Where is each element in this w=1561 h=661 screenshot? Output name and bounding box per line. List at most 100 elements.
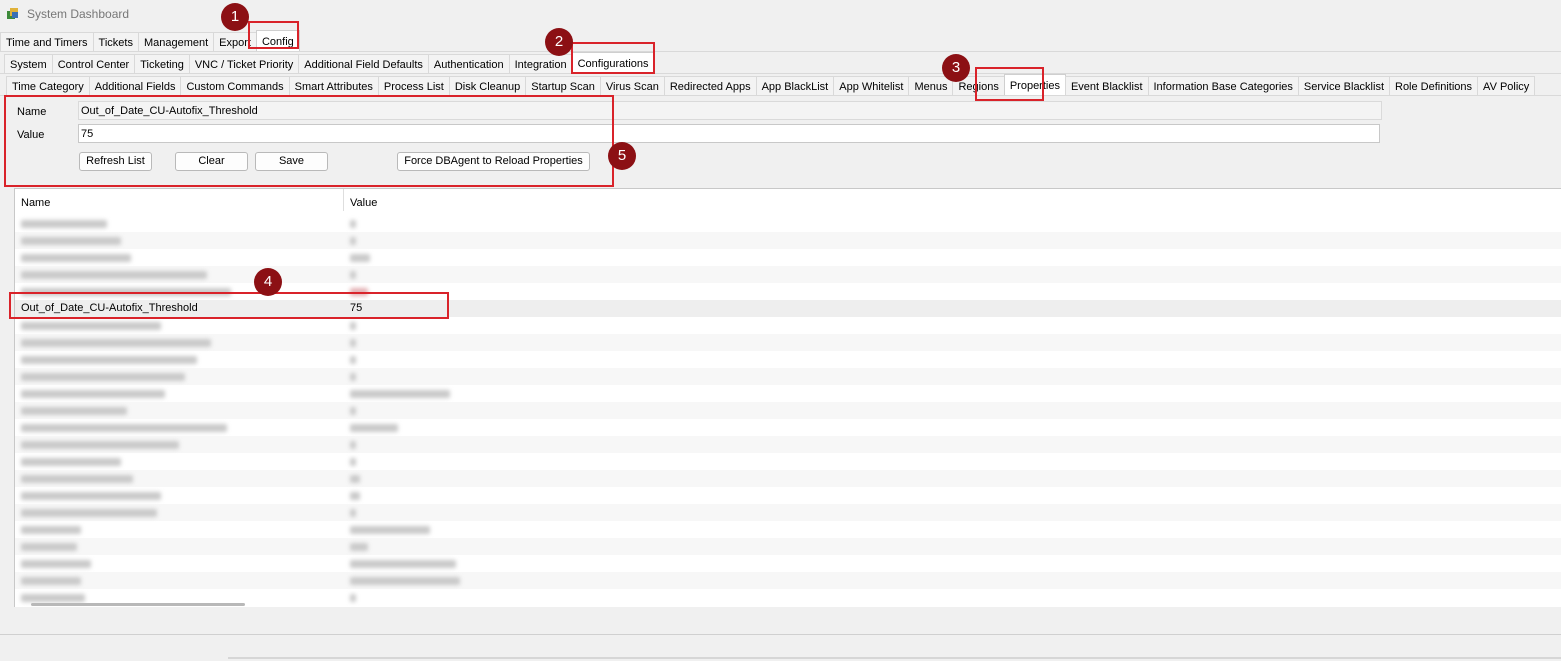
blurred-cell: [21, 489, 161, 500]
blurred-cell: [350, 591, 356, 602]
blurred-cell: [350, 472, 360, 483]
table-row[interactable]: [15, 402, 1561, 419]
tab-event-blacklist[interactable]: Event Blacklist: [1064, 76, 1149, 96]
tab-management[interactable]: Management: [137, 32, 215, 52]
highlight-selected-row: [9, 292, 449, 319]
blurred-cell: [350, 557, 456, 568]
table-row[interactable]: [15, 317, 1561, 334]
tab-service-blacklist[interactable]: Service Blacklist: [1297, 76, 1390, 96]
properties-table[interactable]: Name Value Out_of_Date_CU-Autofix_Thresh…: [14, 188, 1561, 607]
table-row[interactable]: [15, 487, 1561, 504]
blurred-cell: [350, 370, 356, 381]
blurred-cell: [21, 506, 157, 517]
tab-app-blacklist[interactable]: App BlackList: [755, 76, 835, 96]
highlight-configurations-tab: [571, 42, 655, 74]
highlight-properties-tab: [975, 67, 1044, 101]
blurred-cell: [350, 217, 356, 228]
status-separator: [228, 657, 1561, 659]
table-row[interactable]: [15, 453, 1561, 470]
blurred-cell: [350, 251, 370, 262]
blurred-cell: [21, 336, 211, 347]
table-header: Name Value: [15, 189, 1561, 215]
tab-integration[interactable]: Integration: [508, 54, 573, 74]
blurred-cell: [21, 370, 185, 381]
annotation-badge-3: 3: [942, 54, 970, 82]
tab-authentication[interactable]: Authentication: [427, 54, 510, 74]
window-title: System Dashboard: [27, 7, 130, 21]
table-row[interactable]: [15, 521, 1561, 538]
blurred-cell: [21, 438, 179, 449]
sub-tab-strip: Time Category Additional Fields Custom C…: [6, 74, 1536, 96]
highlight-form-area: [4, 95, 614, 187]
table-row[interactable]: [15, 419, 1561, 436]
tab-control-center[interactable]: Control Center: [51, 54, 136, 74]
table-row[interactable]: [15, 470, 1561, 487]
table-row[interactable]: [15, 385, 1561, 402]
highlight-config-tab: [248, 21, 299, 49]
table-row[interactable]: [15, 266, 1561, 283]
tab-process-list[interactable]: Process List: [377, 76, 450, 96]
blurred-cell: [350, 387, 450, 398]
tab-system[interactable]: System: [4, 54, 53, 74]
column-header-name[interactable]: Name: [21, 197, 50, 209]
blurred-cell: [21, 404, 127, 415]
table-row[interactable]: [15, 436, 1561, 453]
blurred-cell: [350, 540, 368, 551]
table-row[interactable]: [15, 555, 1561, 572]
blurred-cell: [350, 268, 356, 279]
tab-custom-commands[interactable]: Custom Commands: [180, 76, 290, 96]
tab-additional-field-defaults[interactable]: Additional Field Defaults: [298, 54, 429, 74]
tab-smart-attributes[interactable]: Smart Attributes: [288, 76, 379, 96]
tab-additional-fields[interactable]: Additional Fields: [88, 76, 182, 96]
annotation-badge-4: 4: [254, 268, 282, 296]
tab-tickets[interactable]: Tickets: [92, 32, 139, 52]
blurred-cell: [21, 540, 77, 551]
blurred-cell: [21, 319, 161, 330]
tab-information-base-categories[interactable]: Information Base Categories: [1147, 76, 1299, 96]
table-row[interactable]: [15, 249, 1561, 266]
tab-time-and-timers[interactable]: Time and Timers: [0, 32, 94, 52]
blurred-cell: [21, 387, 165, 398]
blurred-cell: [21, 421, 227, 432]
blurred-cell: [350, 455, 356, 466]
blurred-cell: [350, 319, 356, 330]
blurred-cell: [21, 557, 91, 568]
table-row[interactable]: [15, 504, 1561, 521]
table-row[interactable]: [15, 368, 1561, 385]
blurred-cell: [21, 472, 133, 483]
blurred-cell: [21, 251, 131, 262]
table-row[interactable]: [15, 538, 1561, 555]
tab-disk-cleanup[interactable]: Disk Cleanup: [448, 76, 527, 96]
table-row[interactable]: [15, 334, 1561, 351]
table-row[interactable]: [15, 589, 1561, 603]
blurred-cell: [21, 353, 197, 364]
blurred-cell: [350, 336, 356, 347]
tab-startup-scan[interactable]: Startup Scan: [525, 76, 601, 96]
annotation-badge-1: 1: [221, 3, 249, 31]
blurred-cell: [21, 523, 81, 534]
tab-ticketing[interactable]: Ticketing: [134, 54, 190, 74]
table-row[interactable]: [15, 232, 1561, 249]
blurred-cell: [350, 489, 360, 500]
blurred-cell: [21, 234, 121, 245]
blurred-cell: [350, 506, 356, 517]
table-row[interactable]: [15, 215, 1561, 232]
blurred-cell: [350, 404, 356, 415]
tab-vnc-ticket-priority[interactable]: VNC / Ticket Priority: [188, 54, 300, 74]
blurred-cell: [350, 574, 460, 585]
tab-time-category[interactable]: Time Category: [6, 76, 90, 96]
tab-redirected-apps[interactable]: Redirected Apps: [663, 76, 757, 96]
blurred-cell: [350, 421, 398, 432]
blurred-cell: [21, 455, 121, 466]
tab-role-definitions[interactable]: Role Definitions: [1389, 76, 1479, 96]
table-row[interactable]: [15, 572, 1561, 589]
column-header-value[interactable]: Value: [350, 197, 377, 209]
tab-virus-scan[interactable]: Virus Scan: [599, 76, 665, 96]
blurred-cell: [21, 574, 81, 585]
annotation-badge-5: 5: [608, 142, 636, 170]
horizontal-scrollbar[interactable]: [31, 603, 245, 606]
tab-app-whitelist[interactable]: App Whitelist: [833, 76, 910, 96]
tab-av-policy[interactable]: AV Policy: [1477, 76, 1536, 96]
app-icon: [7, 8, 18, 19]
table-row[interactable]: [15, 351, 1561, 368]
